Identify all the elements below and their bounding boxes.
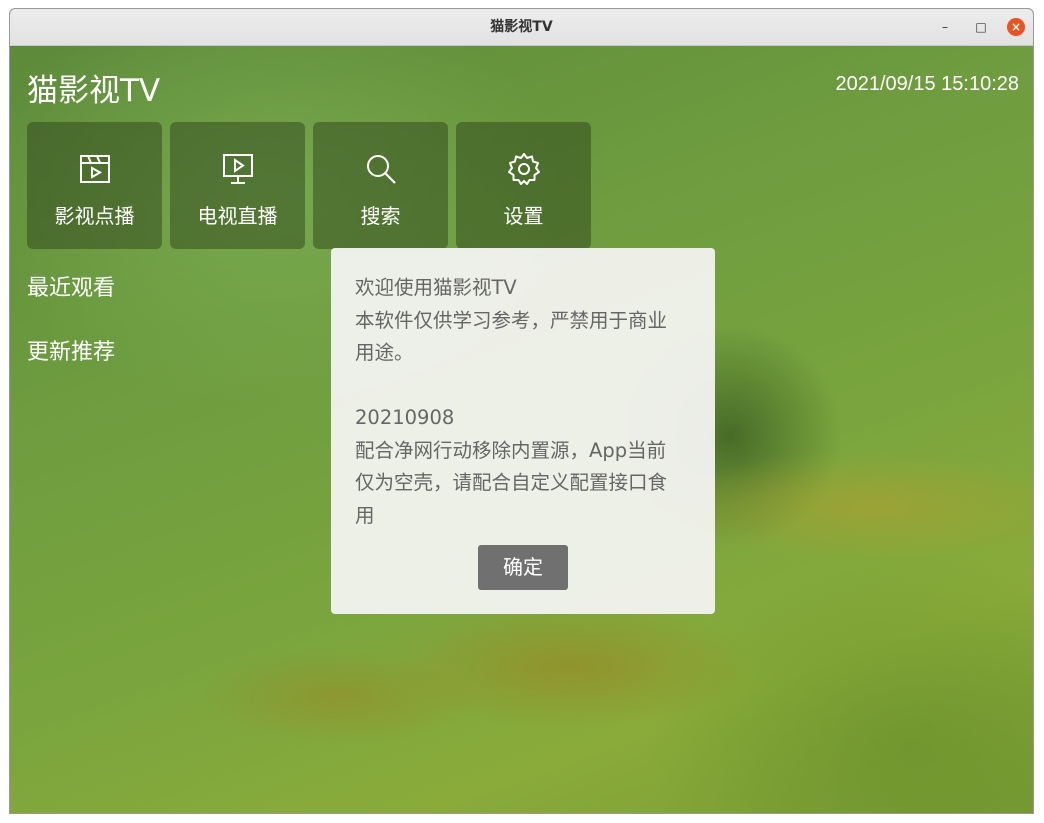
tile-search[interactable]: 搜索 (313, 122, 448, 249)
main-content: 猫影视TV 2021/09/15 15:10:28 影视点播 电视直播 搜索 设… (10, 46, 1033, 813)
tile-settings[interactable]: 设置 (456, 122, 591, 249)
search-icon (366, 155, 396, 184)
tile-vod-label: 影视点播 (54, 204, 135, 228)
film-clapper-icon (79, 155, 110, 183)
section-recent[interactable]: 最近观看 (27, 270, 115, 302)
tile-live-tv-label: 电视直播 (197, 204, 278, 228)
tv-play-icon (222, 154, 253, 184)
section-updates[interactable]: 更新推荐 (27, 334, 115, 366)
tile-live-tv[interactable]: 电视直播 (170, 122, 305, 249)
gear-icon (507, 153, 540, 185)
tile-vod[interactable]: 影视点播 (27, 122, 162, 249)
title-bar[interactable]: 猫影视TV – □ × (10, 9, 1033, 46)
datetime-clock: 2021/09/15 15:10:28 (835, 73, 1019, 95)
confirm-button[interactable]: 确定 (478, 545, 568, 590)
tile-settings-label: 设置 (503, 204, 544, 228)
app-window: 猫影视TV – □ × 猫影视TV 2021/09/15 15:10:28 影视… (9, 8, 1034, 814)
tile-search-label: 搜索 (360, 204, 401, 228)
dialog-message: 欢迎使用猫影视TV 本软件仅供学习参考，严禁用于商业 用途。 20210908 … (355, 276, 668, 527)
notice-dialog: 欢迎使用猫影视TV 本软件仅供学习参考，严禁用于商业 用途。 20210908 … (331, 248, 715, 614)
window-title: 猫影视TV (490, 19, 553, 35)
minimize-button[interactable]: – (936, 18, 954, 36)
app-title: 猫影视TV (27, 73, 161, 109)
maximize-button[interactable]: □ (972, 18, 990, 36)
close-button[interactable]: × (1007, 18, 1025, 36)
